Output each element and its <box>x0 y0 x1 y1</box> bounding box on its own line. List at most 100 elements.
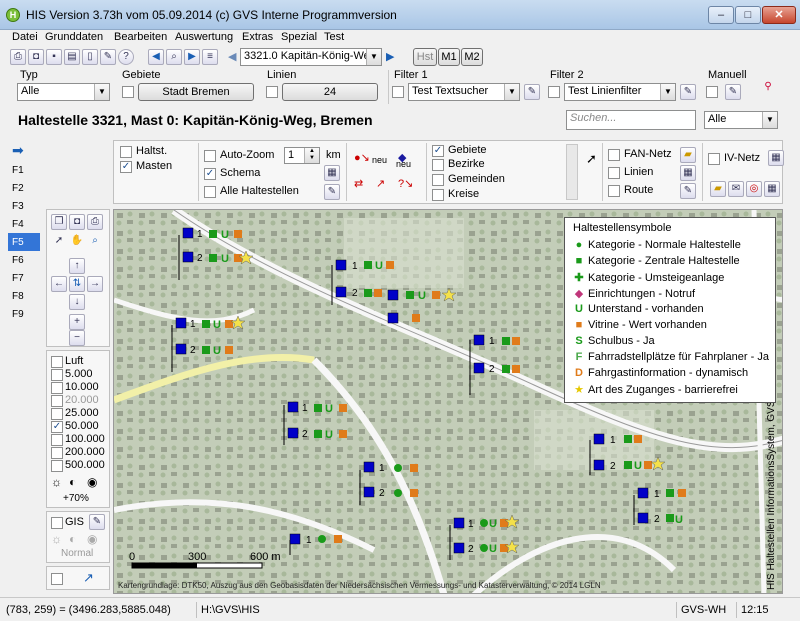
edit-icon[interactable]: ✎ <box>100 49 116 65</box>
fkey-f5[interactable]: F5 <box>12 237 24 248</box>
connect-icon[interactable]: ↗ <box>376 177 385 190</box>
layer-50000-checkbox[interactable]: ✓ <box>51 421 63 433</box>
grid-icon[interactable]: ▦ <box>764 181 780 197</box>
pan-down-icon[interactable]: ↓ <box>69 294 85 310</box>
layer-25000-checkbox[interactable] <box>51 408 63 420</box>
stop-combo[interactable]: 3321.0 Kapitän-König-Weg ▼ <box>240 48 382 66</box>
gis-dark-icon[interactable]: ◉ <box>87 532 97 546</box>
linien-button[interactable]: 24 <box>282 83 378 101</box>
gis-checkbox[interactable] <box>51 517 63 529</box>
print-map-icon[interactable]: ⎙ <box>87 214 103 230</box>
brightness-sun-icon[interactable]: ☼ <box>51 475 62 489</box>
menu-extras[interactable]: Extras <box>242 31 273 43</box>
printer-icon[interactable]: ▤ <box>64 49 80 65</box>
filter1-select[interactable]: Test Textsucher ▼ <box>408 83 520 101</box>
autozoom-checkbox[interactable] <box>204 150 216 162</box>
forward-icon[interactable]: ▶ <box>184 49 200 65</box>
pan-left-icon[interactable]: ← <box>51 276 67 292</box>
stop-group-h[interactable]: U U <box>449 514 520 560</box>
layer-200000-checkbox[interactable] <box>51 447 63 459</box>
layer-500000-checkbox[interactable] <box>51 460 63 472</box>
zoom-in-icon[interactable]: + <box>69 314 85 330</box>
open-folder-icon[interactable]: ▰ <box>710 181 726 197</box>
filter2-edit-icon[interactable]: ✎ <box>680 84 696 100</box>
stop-group-i[interactable]: U <box>589 433 666 475</box>
fkey-f8[interactable]: F8 <box>12 291 24 302</box>
filter2-select[interactable]: Test Linienfilter ▼ <box>564 83 676 101</box>
collapse-arrow-icon[interactable]: ➡ <box>12 143 34 158</box>
fkey-f6[interactable]: F6 <box>12 255 24 266</box>
stop-group-b[interactable]: U U <box>331 259 457 324</box>
kreise-checkbox[interactable] <box>432 189 444 201</box>
layer-luft-checkbox[interactable] <box>51 356 63 368</box>
manuell-checkbox[interactable] <box>706 86 718 98</box>
route-checkbox[interactable] <box>608 185 620 197</box>
maximize-icon[interactable]: □ <box>735 6 761 24</box>
linien-filter-checkbox[interactable] <box>266 86 278 98</box>
layer-20000-checkbox[interactable] <box>51 395 63 407</box>
stop-group-j[interactable]: U <box>633 487 686 526</box>
iv-table-icon[interactable]: ▦ <box>768 150 784 166</box>
fkey-f2[interactable]: F2 <box>12 183 24 194</box>
target-icon[interactable]: ◎ <box>746 181 762 197</box>
menu-grunddaten[interactable]: Grunddaten <box>45 31 103 43</box>
close-icon[interactable]: ✕ <box>762 6 796 24</box>
stop-group-f[interactable] <box>359 461 418 505</box>
add-stop-icon[interactable]: ●↘ <box>354 151 370 164</box>
fkey-f3[interactable]: F3 <box>12 201 24 212</box>
schema-checkbox[interactable]: ✓ <box>204 168 216 180</box>
gemeinden-checkbox[interactable] <box>432 174 444 186</box>
fan-netz-checkbox[interactable] <box>608 149 620 161</box>
map-view[interactable]: U U U U U U U U U U U U 1 2 1 2 1 2 1 2 … <box>113 209 783 594</box>
menu-test[interactable]: Test <box>324 31 344 43</box>
cursor-icon[interactable]: ➚ <box>586 151 597 167</box>
minimize-icon[interactable]: – <box>708 6 734 24</box>
fkey-f4[interactable]: F4 <box>12 219 24 230</box>
layer-100000-checkbox[interactable] <box>51 434 63 446</box>
m1-button[interactable]: M1 <box>438 48 460 66</box>
manuell-edit-icon[interactable]: ✎ <box>725 84 741 100</box>
table-icon[interactable]: ▦ <box>680 165 696 181</box>
gebiete-button[interactable]: Stadt Bremen <box>138 83 254 101</box>
bezirke-checkbox[interactable] <box>432 159 444 171</box>
stop-group-e[interactable]: U U <box>283 401 347 445</box>
alle-haltestellen-edit-icon[interactable]: ✎ <box>324 184 340 200</box>
layer-scrollbar[interactable] <box>566 144 578 200</box>
back-icon[interactable]: ◀ <box>148 49 164 65</box>
schema-settings-icon[interactable]: ▦ <box>324 165 340 181</box>
camera-icon[interactable]: ◘ <box>28 49 44 65</box>
bottom-checkbox[interactable] <box>51 573 63 585</box>
dark-icon[interactable]: ◉ <box>87 475 97 489</box>
linien-layer-checkbox[interactable] <box>608 167 620 179</box>
masten-checkbox[interactable]: ✓ <box>120 161 132 173</box>
haltst-checkbox[interactable] <box>120 146 132 158</box>
prev-stop-icon[interactable]: ◀ <box>228 50 236 63</box>
stop-group-d[interactable] <box>469 334 520 395</box>
filter1-checkbox[interactable] <box>392 86 404 98</box>
query-icon[interactable]: ?↘ <box>398 177 413 190</box>
refresh-icon[interactable]: ⇅ <box>69 276 85 292</box>
device-icon[interactable]: ▯ <box>82 49 98 65</box>
menu-spezial[interactable]: Spezial <box>281 31 317 43</box>
gebiete-checkbox[interactable]: ✓ <box>432 145 444 157</box>
gis-contrast-icon[interactable]: ◐ <box>69 532 76 546</box>
list-icon[interactable]: ≡ <box>202 49 218 65</box>
zoom-stepper[interactable]: 1 ▲ ▼ <box>284 147 320 164</box>
fkey-f9[interactable]: F9 <box>12 309 24 320</box>
stop-group-a[interactable]: U U <box>178 227 254 280</box>
print-icon[interactable]: ⎙ <box>10 49 26 65</box>
contrast-icon[interactable]: ◐ <box>69 475 76 489</box>
fkey-f7[interactable]: F7 <box>12 273 24 284</box>
arrow-icon[interactable]: ↗ <box>83 570 94 586</box>
route-edit-icon[interactable]: ⇄ <box>354 177 363 190</box>
export-icon[interactable]: ✉ <box>728 181 744 197</box>
copy-icon[interactable]: ❐ <box>51 214 67 230</box>
hst-button[interactable]: Hst <box>413 48 437 66</box>
save-icon[interactable]: ▪ <box>46 49 62 65</box>
layer-5000-checkbox[interactable] <box>51 369 63 381</box>
binoculars-icon[interactable]: ⌕ <box>166 49 182 65</box>
typ-select[interactable]: Alle ▼ <box>17 83 110 101</box>
alle-haltestellen-checkbox[interactable] <box>204 186 216 198</box>
m2-button[interactable]: M2 <box>461 48 483 66</box>
gis-sun-icon[interactable]: ☼ <box>51 532 62 546</box>
